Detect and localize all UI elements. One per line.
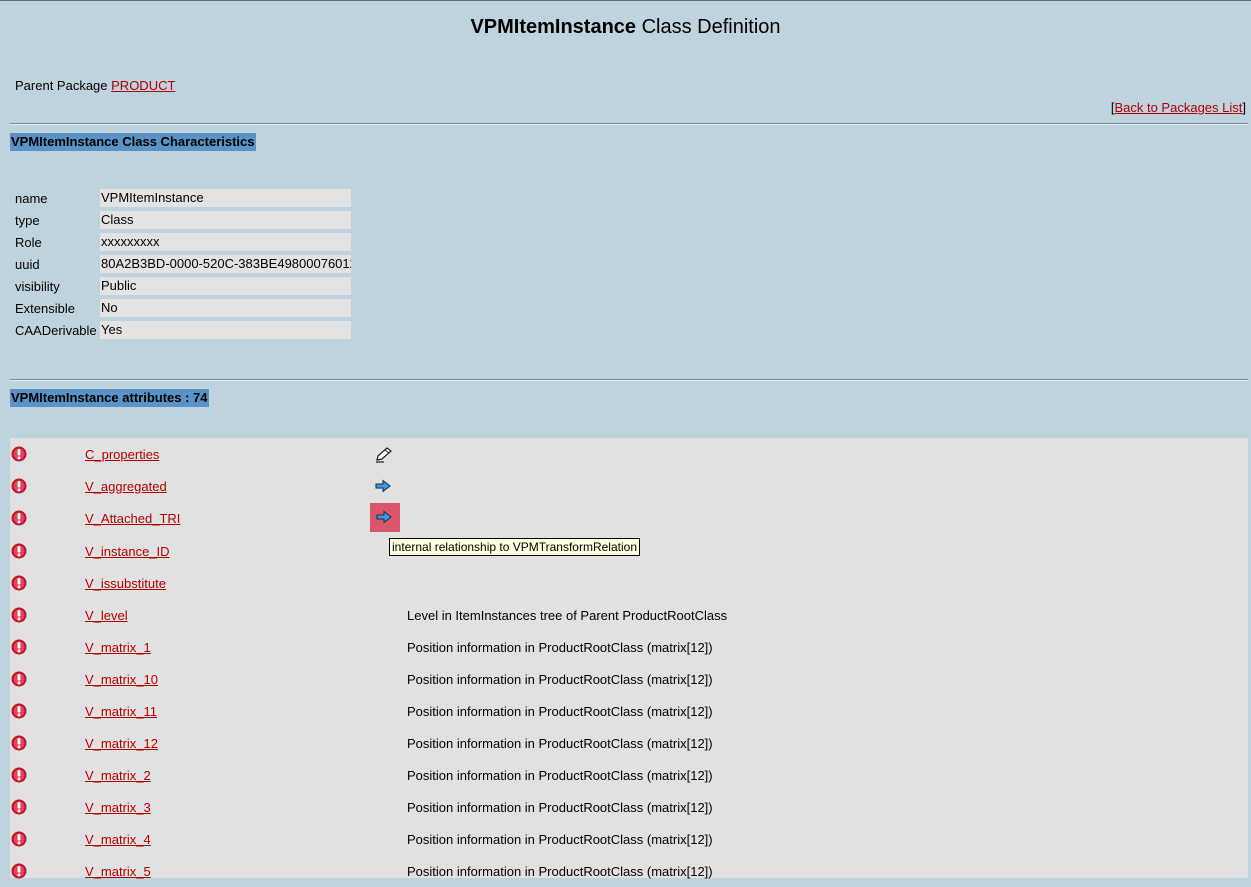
attribute-link[interactable]: C_properties xyxy=(85,447,159,462)
characteristic-value: No xyxy=(100,299,351,317)
characteristic-label: Role xyxy=(15,234,42,250)
attribute-link[interactable]: V_Attached_TRI xyxy=(85,511,180,526)
characteristics-table: name VPMItemInstance type Class Role xxxxxxxx… xyxy=(15,187,351,341)
warning-icon xyxy=(11,703,27,719)
attribute-description: Position information in ProductRootClass… xyxy=(407,768,713,783)
characteristic-label: type xyxy=(15,212,40,228)
attribute-row: V_matrix_2 Position information in Produc… xyxy=(10,759,1248,791)
warning-icon xyxy=(11,767,27,783)
attribute-row: V_matrix_10 Position information in Produ… xyxy=(10,663,1248,695)
attribute-link[interactable]: V_matrix_3 xyxy=(85,800,151,815)
attribute-description: Position information in ProductRootClass… xyxy=(407,704,713,719)
parent-package: Parent Package PRODUCT xyxy=(15,78,175,93)
bracket-close: ] xyxy=(1242,100,1246,115)
characteristic-row: uuid 80A2B3BD-0000-520C-383BE49800076012 xyxy=(15,253,351,275)
attribute-row: V_matrix_12 Position information in Produ… xyxy=(10,727,1248,759)
warning-icon xyxy=(11,543,27,559)
warning-icon xyxy=(11,735,27,751)
back-nav: [Back to Packages List] xyxy=(1111,100,1246,115)
back-to-packages-link[interactable]: Back to Packages List xyxy=(1114,100,1242,115)
attribute-row: V_issubstitute xyxy=(10,567,1248,599)
characteristic-value: VPMItemInstance xyxy=(100,189,351,207)
characteristic-value: Yes xyxy=(100,321,351,339)
tooltip: internal relationship to VPMTransformRel… xyxy=(389,538,640,556)
parent-package-label: Parent Package xyxy=(15,78,108,93)
warning-icon xyxy=(11,607,27,623)
attribute-link[interactable]: V_aggregated xyxy=(85,479,167,494)
attribute-link[interactable]: V_matrix_1 xyxy=(85,640,151,655)
attribute-row: V_matrix_1 Position information in Produc… xyxy=(10,631,1248,663)
characteristic-row: Role xxxxxxxxx xyxy=(15,231,351,253)
characteristic-label: Extensible xyxy=(15,300,75,316)
attribute-link[interactable]: V_matrix_12 xyxy=(85,736,158,751)
attributes-list: C_properties V_aggregated V_Attached_TRI V_… xyxy=(10,438,1248,879)
divider xyxy=(10,379,1248,381)
attribute-link[interactable]: V_matrix_4 xyxy=(85,832,151,847)
attribute-row: V_matrix_5 Position information in Produc… xyxy=(10,855,1248,887)
warning-icon xyxy=(11,863,27,879)
divider xyxy=(10,123,1248,125)
attribute-description: Position information in ProductRootClass… xyxy=(407,672,713,687)
warning-icon xyxy=(11,510,27,526)
characteristic-row: type Class xyxy=(15,209,351,231)
warning-icon xyxy=(11,446,27,462)
page-title: VPMItemInstance Class Definition xyxy=(0,16,1251,39)
attribute-description: Level in ItemInstances tree of Parent Pr… xyxy=(407,608,728,623)
attribute-row: V_matrix_3 Position information in Produc… xyxy=(10,791,1248,823)
characteristic-row: Extensible No xyxy=(15,297,351,319)
attribute-description: Position information in ProductRootClass… xyxy=(407,640,713,655)
class-name: VPMItemInstance xyxy=(470,16,637,38)
characteristics-heading: VPMItemInstance Class Characteristics xyxy=(10,133,256,151)
attribute-row: V_matrix_4 Position information in Produc… xyxy=(10,823,1248,855)
characteristic-label: visibility xyxy=(15,278,60,294)
warning-icon xyxy=(11,639,27,655)
attribute-link[interactable]: V_matrix_10 xyxy=(85,672,158,687)
characteristic-row: visibility Public xyxy=(15,275,351,297)
warning-icon xyxy=(11,575,27,591)
characteristic-label: CAADerivable xyxy=(15,322,97,338)
attribute-description: Position information in ProductRootClass… xyxy=(407,736,713,751)
arrow-right-icon[interactable] xyxy=(370,503,400,532)
characteristic-value: 80A2B3BD-0000-520C-383BE49800076012 xyxy=(100,255,351,273)
attribute-row: C_properties xyxy=(10,438,1248,470)
characteristic-row: name VPMItemInstance xyxy=(15,187,351,209)
attributes-heading: VPMItemInstance attributes : 74 xyxy=(10,389,209,407)
warning-icon xyxy=(11,478,27,494)
characteristic-label: name xyxy=(15,190,48,206)
characteristic-value: xxxxxxxxx xyxy=(100,233,351,251)
characteristic-label: uuid xyxy=(15,256,40,272)
warning-icon xyxy=(11,799,27,815)
attribute-link[interactable]: V_instance_ID xyxy=(85,544,170,559)
attribute-description: Position information in ProductRootClass… xyxy=(407,864,713,879)
attribute-description: Position information in ProductRootClass… xyxy=(407,800,713,815)
attribute-link[interactable]: V_matrix_5 xyxy=(85,864,151,879)
attribute-link[interactable]: V_issubstitute xyxy=(85,576,166,591)
arrow-right-icon[interactable] xyxy=(372,476,394,496)
attribute-row: V_level Level in ItemInstances tree of Pa… xyxy=(10,599,1248,631)
edit-pencil-icon[interactable] xyxy=(372,444,394,464)
attribute-row: V_matrix_11 Position information in Produ… xyxy=(10,695,1248,727)
warning-icon xyxy=(11,671,27,687)
attribute-link[interactable]: V_matrix_2 xyxy=(85,768,151,783)
characteristic-row: CAADerivable Yes xyxy=(15,319,351,341)
attribute-row: V_aggregated xyxy=(10,470,1248,502)
attribute-link[interactable]: V_matrix_11 xyxy=(85,704,157,719)
attribute-link[interactable]: V_level xyxy=(85,608,128,623)
characteristic-value: Public xyxy=(100,277,351,295)
attribute-description: Position information in ProductRootClass… xyxy=(407,832,713,847)
attribute-row: V_Attached_TRI xyxy=(10,502,1248,534)
title-suffix: Class Definition xyxy=(636,16,781,38)
warning-icon xyxy=(11,831,27,847)
characteristic-value: Class xyxy=(100,211,351,229)
parent-package-link[interactable]: PRODUCT xyxy=(111,78,175,93)
